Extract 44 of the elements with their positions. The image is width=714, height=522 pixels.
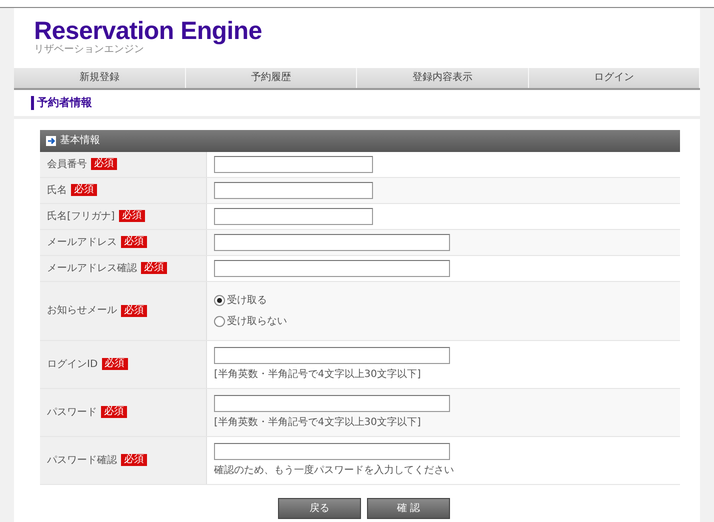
text-field[interactable] (214, 182, 373, 198)
form-title: 基本情報 (60, 134, 100, 148)
required-tag: 必須 (71, 184, 97, 196)
site-subtitle: リザベーションエンジン (34, 44, 144, 55)
required-tag: 必須 (101, 406, 127, 418)
text-field[interactable] (214, 156, 373, 172)
form-button[interactable]: 戻る (278, 498, 361, 518)
text-field[interactable] (214, 442, 450, 460)
radio-label: 受け取らない (227, 314, 287, 328)
required-tag: 必須 (141, 262, 167, 274)
radio-button[interactable] (214, 294, 225, 306)
required-tag: 必須 (91, 158, 117, 170)
text-field[interactable] (214, 260, 450, 276)
hint-text: [半角英数・半角記号で4文字以上30文字以下] (214, 416, 422, 430)
field-label: 氏名[フリガナ] (47, 210, 115, 224)
nav-tab[interactable]: 新規登録 (14, 68, 186, 88)
radio-button[interactable] (214, 316, 225, 326)
required-tag: 必須 (102, 358, 128, 370)
text-field[interactable] (214, 346, 450, 364)
site-title: Reservation Engine (34, 18, 262, 44)
section-title: 予約者情報 (37, 95, 92, 111)
required-tag: 必須 (121, 454, 147, 466)
field-label: パスワード (47, 406, 97, 420)
required-tag: 必須 (118, 210, 145, 222)
field-label: 会員番号 (47, 158, 87, 172)
heading-bar (31, 96, 34, 110)
nav-tab[interactable]: 予約履歴 (186, 68, 357, 88)
hint-text: [半角英数・半角記号で4文字以上30文字以下] (214, 368, 422, 382)
text-field[interactable] (214, 234, 450, 250)
field-label: メールアドレス確認 (47, 262, 137, 276)
nav-tab[interactable]: 登録内容表示 (357, 68, 528, 88)
radio-label: 受け取る (227, 294, 267, 308)
arrow-icon (46, 136, 56, 146)
required-tag: 必須 (121, 304, 147, 316)
hint-text: 確認のため、もう一度パスワードを入力してください (214, 464, 455, 478)
field-label: メールアドレス (47, 236, 117, 250)
field-label: お知らせメール (47, 304, 117, 318)
text-field[interactable] (214, 208, 373, 224)
required-tag: 必須 (121, 236, 147, 248)
field-label: 氏名 (47, 184, 67, 198)
form-button[interactable]: 確 認 (367, 498, 450, 518)
field-label: パスワード確認 (47, 454, 117, 468)
text-field[interactable] (214, 394, 450, 412)
field-label: ログインID (47, 358, 98, 372)
